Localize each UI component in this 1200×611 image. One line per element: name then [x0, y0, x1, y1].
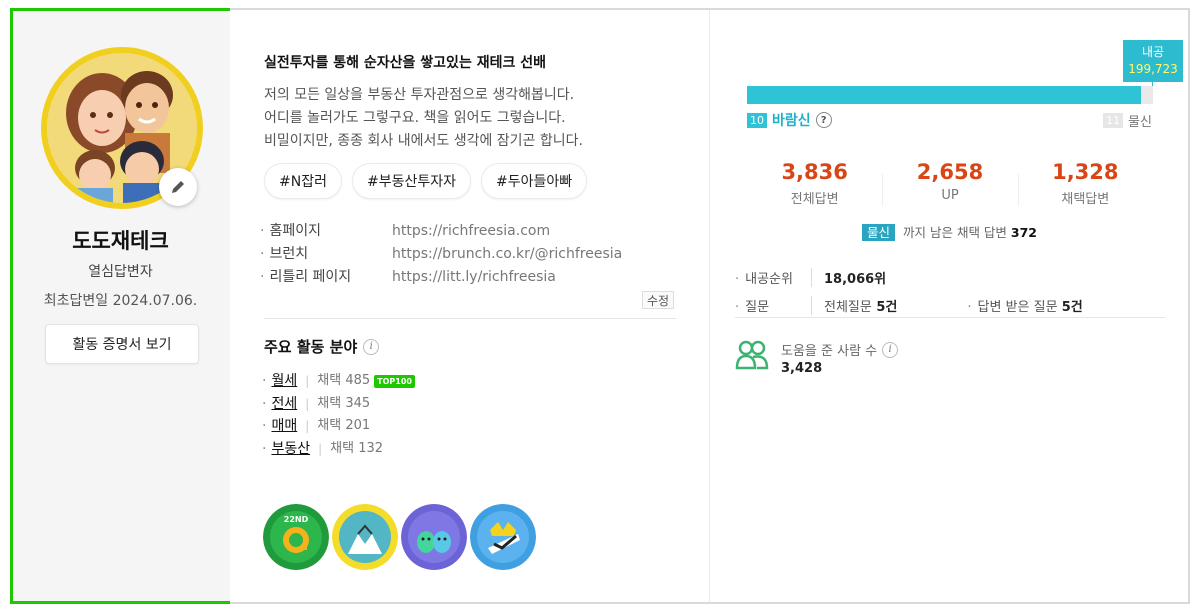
nickname: 도도재테크 — [72, 229, 169, 253]
helped-people: 도움을 준 사람 수 i 3,428 — [735, 340, 899, 376]
power-value: 199,723 — [1128, 62, 1178, 76]
question-row: 질문 전체질문 5건 답변 받은 질문 5건 — [735, 291, 1083, 319]
link-row-brunch: 브런치 https://brunch.co.kr/@richfreesia — [260, 243, 622, 266]
stat-up[interactable]: 2,658 UP — [882, 160, 1017, 207]
area-name[interactable]: 전세 — [271, 393, 297, 416]
stat-selected-answers[interactable]: 1,328 채택답변 — [1017, 160, 1153, 207]
badge-text: 22ND — [284, 515, 309, 524]
intro-line: 저의 모든 일상을 부동산 투자관점으로 생각해봅니다. — [264, 87, 575, 103]
activity-area-title: 주요 활동 분야 i — [264, 336, 380, 357]
anniversary-badge[interactable]: 22ND — [263, 504, 329, 570]
stat-label: UP — [941, 188, 959, 203]
tag-chip[interactable]: #N잡러 — [264, 163, 342, 199]
tag-list: #N잡러 #부동산투자자 #두아들아빠 — [264, 163, 588, 199]
area-count: 채택 485 — [317, 373, 371, 388]
top100-badge: TOP100 — [374, 374, 415, 388]
activity-area-title-text: 주요 활동 분야 — [264, 338, 358, 356]
link-url[interactable]: https://richfreesia.com — [392, 220, 550, 243]
edit-avatar-button[interactable] — [159, 168, 197, 206]
rank-label: 내공순위 — [735, 268, 811, 287]
link-row-littly: 리틀리 페이지 https://litt.ly/richfreesia — [260, 266, 622, 289]
link-url[interactable]: https://litt.ly/richfreesia — [392, 266, 556, 289]
info-icon[interactable]: i — [882, 341, 899, 358]
area-count: 채택 345 — [317, 395, 371, 411]
badge-list: 22ND — [263, 504, 536, 570]
list-item: · 전세 | 채택 345 — [262, 393, 415, 416]
intro-line: 어디를 놀러가도 그렇구요. 책을 읽어도 그렇습니다. — [264, 110, 566, 126]
total-questions-value: 5건 — [876, 299, 898, 315]
link-row-homepage: 홈페이지 https://richfreesia.com — [260, 220, 622, 243]
area-count: 채택 201 — [317, 418, 371, 433]
current-level-number: 10 — [747, 112, 767, 128]
volunteer-badge[interactable] — [470, 504, 536, 570]
info-icon[interactable]: i — [363, 338, 380, 355]
helped-label: 도움을 준 사람 수 — [781, 344, 878, 359]
first-answer-date: 최초답변일 2024.07.06. — [43, 293, 198, 309]
contributor-badge[interactable] — [332, 504, 398, 570]
stat-value: 1,328 — [1052, 160, 1119, 184]
helped-value: 3,428 — [781, 361, 823, 376]
edit-links-button[interactable]: 수정 — [642, 291, 674, 309]
remaining-text: 까지 남은 채택 답변 — [903, 225, 1007, 240]
link-url[interactable]: https://brunch.co.kr/@richfreesia — [392, 243, 622, 266]
link-label: 브런치 — [260, 243, 392, 266]
remaining-to-next-level: 물신 까지 남은 채택 답변 372 — [711, 222, 1188, 241]
user-grade: 열심답변자 — [88, 264, 153, 280]
list-item: · 부동산 | 채택 132 — [262, 438, 415, 461]
answered-questions-label: 답변 받은 질문 — [977, 299, 1058, 315]
answered-questions-value: 5건 — [1061, 299, 1083, 315]
answer-stats: 3,836 전체답변 2,658 UP 1,328 채택답변 — [747, 160, 1153, 207]
list-item: · 월세 | 채택 485 TOP100 — [262, 370, 415, 393]
activity-area-list: · 월세 | 채택 485 TOP100 · 전세 | 채택 345 · 매매 … — [262, 370, 415, 460]
intro-body: 저의 모든 일상을 부동산 투자관점으로 생각해봅니다. 어디를 놀러가도 그렇… — [264, 84, 583, 153]
divider — [735, 317, 1165, 318]
stat-value: 3,836 — [781, 160, 848, 184]
level-progress-fill — [747, 86, 1141, 104]
help-icon[interactable]: ? — [815, 112, 832, 128]
total-questions[interactable]: 전체질문 5건 — [811, 295, 898, 315]
divider — [264, 318, 676, 319]
area-name[interactable]: 월세 — [271, 370, 297, 393]
list-item: · 매매 | 채택 201 — [262, 415, 415, 438]
together-badge[interactable] — [401, 504, 467, 570]
intro-section: 실전투자를 통해 순자산을 쌓고있는 재테크 선배 저의 모든 일상을 부동산 … — [230, 10, 710, 602]
total-questions-label: 전체질문 — [824, 299, 872, 315]
answered-questions[interactable]: 답변 받은 질문 5건 — [967, 296, 1083, 315]
link-label: 리틀리 페이지 — [260, 266, 392, 289]
remaining-value: 372 — [1010, 225, 1037, 240]
profile-section: 도도재테크 열심답변자 최초답변일 2024.07.06. 활동 증명서 보기 — [13, 11, 228, 601]
stat-value: 2,658 — [916, 160, 984, 184]
page: 도도재테크 열심답변자 최초답변일 2024.07.06. 활동 증명서 보기 … — [0, 0, 1200, 611]
stat-total-answers[interactable]: 3,836 전체답변 — [747, 160, 882, 207]
activity-info: 내공순위 18,066위 질문 전체질문 5건 답변 받은 질문 5건 — [735, 263, 1083, 319]
tag-chip[interactable]: #두아들아빠 — [480, 163, 588, 199]
area-name[interactable]: 부동산 — [271, 438, 310, 461]
tag-chip[interactable]: #부동산투자자 — [351, 163, 471, 199]
link-list: 홈페이지 https://richfreesia.com 브런치 https:/… — [260, 220, 622, 289]
stats-section: 내공 199,723 10 바람신 ? 11 물신 3,836 전체답변 2,6… — [711, 10, 1188, 602]
stat-label: 채택답변 — [1061, 192, 1110, 207]
power-tooltip: 내공 199,723 — [1123, 40, 1183, 82]
area-name[interactable]: 매매 — [271, 415, 297, 438]
next-level: 11 물신 — [1103, 111, 1152, 130]
stat-label: 전체답변 — [790, 192, 839, 207]
rank-row: 내공순위 18,066위 — [735, 263, 1083, 291]
area-count: 채택 132 — [330, 440, 384, 456]
link-label: 홈페이지 — [260, 220, 392, 243]
rank-value: 18,066위 — [811, 267, 886, 287]
question-label: 질문 — [735, 296, 811, 315]
pencil-icon — [172, 181, 184, 193]
current-level-name: 바람신 — [772, 113, 811, 129]
intro-title: 실전투자를 통해 순자산을 쌓고있는 재테크 선배 — [264, 55, 546, 71]
next-level-number: 11 — [1103, 113, 1123, 128]
view-certificate-button[interactable]: 활동 증명서 보기 — [45, 324, 199, 364]
next-level-pill: 물신 — [862, 224, 896, 241]
next-level-name: 물신 — [1128, 115, 1152, 130]
power-label: 내공 — [1141, 45, 1165, 59]
people-icon — [735, 340, 769, 370]
current-level: 10 바람신 ? — [747, 110, 832, 130]
intro-line: 비밀이지만, 종종 회사 내에서도 생각에 잠기곤 합니다. — [264, 133, 583, 149]
